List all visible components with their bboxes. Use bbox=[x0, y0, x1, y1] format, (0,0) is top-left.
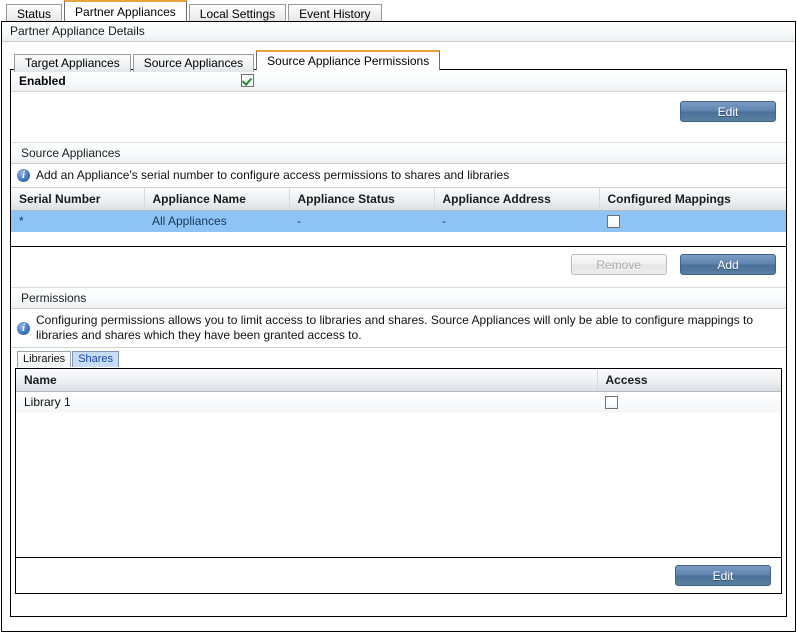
page-title: Partner Appliance Details bbox=[2, 22, 795, 42]
source-appliances-grid: Serial Number Appliance Name Appliance S… bbox=[11, 188, 786, 232]
inner-tab-target-appliances[interactable]: Target Appliances bbox=[14, 54, 131, 72]
source-appliances-grid-empty-area bbox=[11, 232, 786, 246]
main-tab-strip: Status Partner Appliances Local Settings Ev… bbox=[0, 0, 797, 23]
page-panel: Partner Appliance Details Target Applian… bbox=[1, 21, 796, 632]
column-header-serial-number[interactable]: Serial Number bbox=[11, 188, 145, 211]
enabled-checkbox[interactable] bbox=[241, 74, 254, 87]
column-header-appliance-address[interactable]: Appliance Address bbox=[434, 188, 600, 211]
tab-partner-appliances[interactable]: Partner Appliances bbox=[64, 0, 187, 21]
subtab-libraries[interactable]: Libraries bbox=[17, 351, 72, 367]
column-header-configured-mappings[interactable]: Configured Mappings bbox=[599, 188, 786, 211]
table-header-row: Name Access bbox=[16, 369, 781, 392]
page-body: Target Appliances Source Appliances Source… bbox=[2, 42, 795, 617]
source-appliances-grid-wrap: Serial Number Appliance Name Appliance S… bbox=[11, 188, 786, 247]
spacer-above-source-appliances bbox=[11, 132, 786, 142]
cell-configured-mappings bbox=[599, 210, 786, 232]
permissions-grid-panel: Name Access Library 1 bbox=[15, 368, 782, 558]
table-row[interactable]: Library 1 bbox=[16, 391, 781, 413]
enabled-edit-button[interactable]: Edit bbox=[680, 101, 776, 122]
enabled-edit-button-bar: Edit bbox=[11, 92, 786, 132]
enabled-row: Enabled bbox=[11, 70, 786, 92]
inner-tab-source-appliance-permissions[interactable]: Source Appliance Permissions bbox=[256, 50, 441, 70]
cell-appliance-address: - bbox=[434, 210, 599, 232]
source-appliance-permissions-panel: Enabled Edit Source Appliances Add an Ap… bbox=[10, 69, 787, 617]
access-checkbox[interactable] bbox=[605, 396, 618, 410]
cell-serial-number: * bbox=[11, 210, 144, 232]
column-header-name[interactable]: Name bbox=[16, 369, 598, 392]
configured-mappings-checkbox[interactable] bbox=[607, 215, 620, 229]
column-header-appliance-status[interactable]: Appliance Status bbox=[289, 188, 435, 211]
info-icon bbox=[17, 168, 30, 182]
cell-appliance-status: - bbox=[289, 210, 434, 232]
enabled-label: Enabled bbox=[19, 73, 66, 88]
permissions-info-bar: Configuring permissions allows you to li… bbox=[11, 309, 786, 348]
permissions-sub-tab-strip: Libraries Shares bbox=[11, 351, 786, 368]
table-row[interactable]: * All Appliances - - bbox=[11, 210, 786, 232]
column-header-appliance-name[interactable]: Appliance Name bbox=[144, 188, 290, 211]
source-appliances-info-bar: Add an Appliance's serial number to conf… bbox=[11, 164, 786, 188]
source-appliances-info-text: Add an Appliance's serial number to conf… bbox=[36, 168, 510, 182]
table-header-row: Serial Number Appliance Name Appliance S… bbox=[11, 188, 786, 211]
permissions-footer: Edit bbox=[15, 558, 782, 594]
cell-name: Library 1 bbox=[16, 391, 597, 413]
remove-button[interactable]: Remove bbox=[570, 254, 667, 275]
subtab-shares[interactable]: Shares bbox=[72, 351, 120, 367]
column-header-access[interactable]: Access bbox=[597, 369, 781, 392]
info-icon bbox=[17, 321, 30, 335]
permissions-section-header: Permissions bbox=[11, 287, 786, 309]
permissions-info-text: Configuring permissions allows you to li… bbox=[36, 313, 754, 342]
add-button[interactable]: Add bbox=[680, 254, 776, 275]
permissions-edit-button[interactable]: Edit bbox=[675, 565, 771, 586]
inner-tab-source-appliances[interactable]: Source Appliances bbox=[132, 54, 255, 72]
permissions-grid: Name Access Library 1 bbox=[16, 369, 781, 413]
source-appliances-section-header: Source Appliances bbox=[11, 142, 786, 164]
cell-appliance-name: All Appliances bbox=[144, 210, 289, 232]
source-appliances-button-bar: Remove Add bbox=[11, 247, 786, 283]
cell-access bbox=[597, 391, 781, 413]
inner-tab-strip: Target Appliances Source Appliances Source… bbox=[10, 50, 787, 72]
